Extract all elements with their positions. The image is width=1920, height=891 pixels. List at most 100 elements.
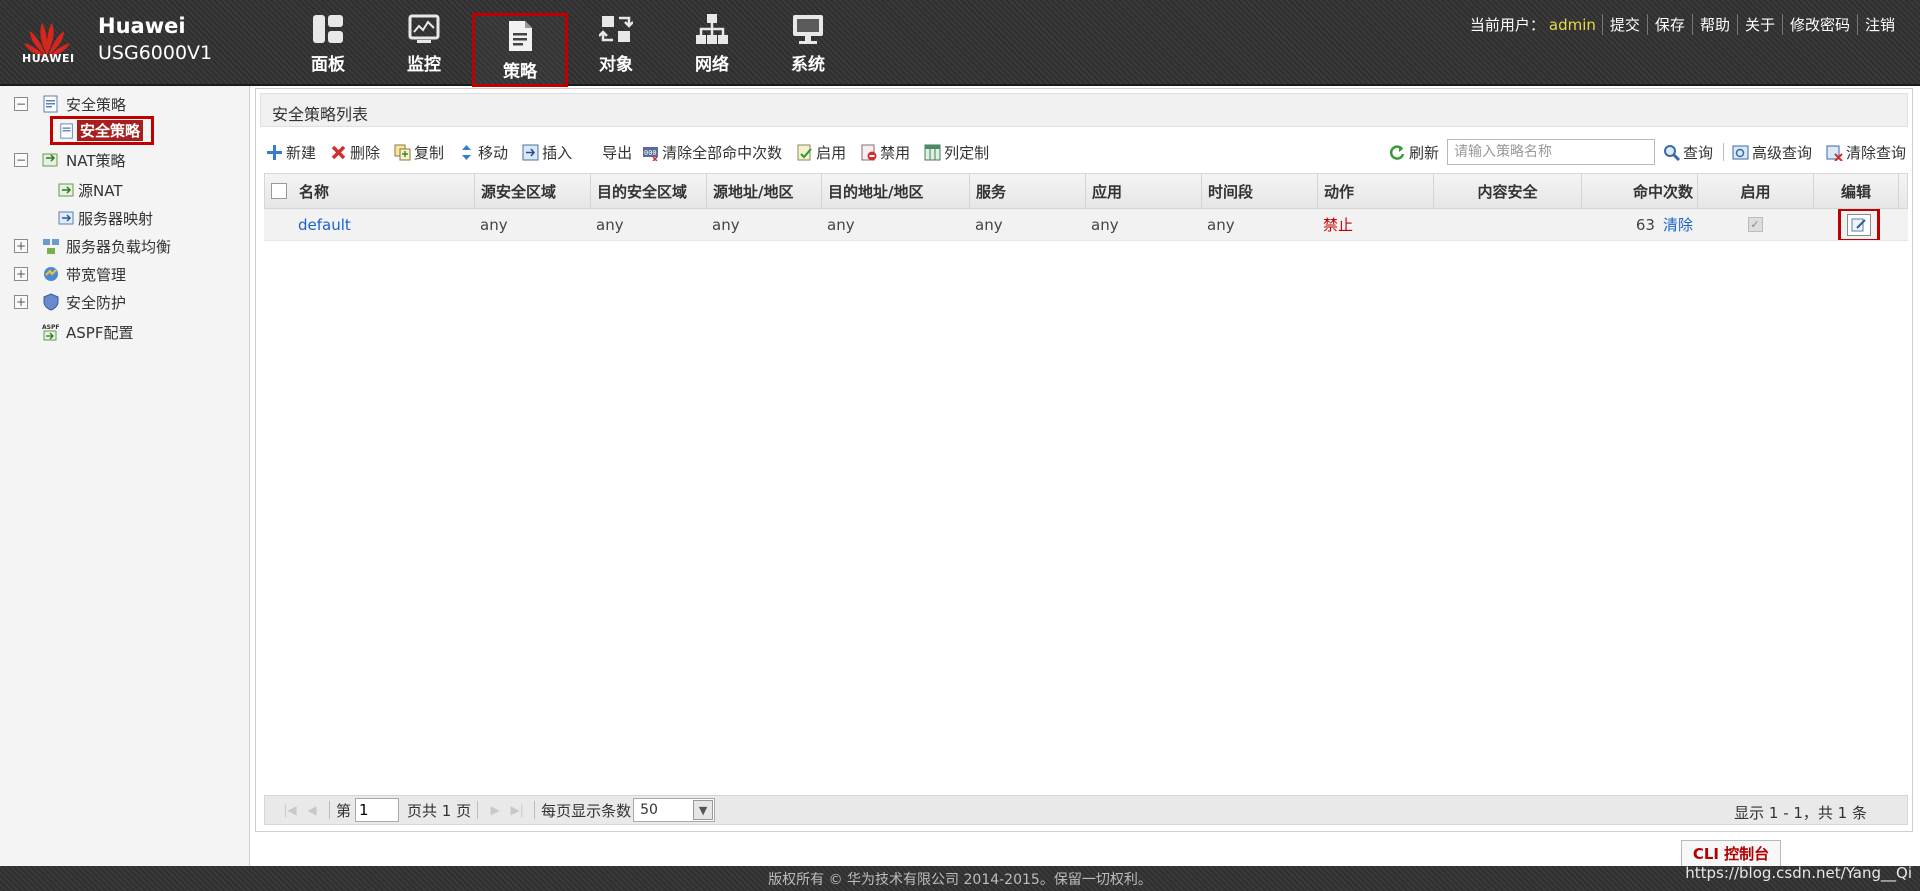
sidebar-item-security-policy[interactable]: 安全策略 [50,116,154,145]
edit-button[interactable] [1838,209,1880,240]
sidebar-item-security-protection[interactable]: + 安全防护 [14,290,126,314]
logout-link[interactable]: 注销 [1856,14,1902,35]
prev-page-icon[interactable]: ◀ [301,799,323,821]
sidebar-item-bandwidth-management[interactable]: + 带宽管理 [14,262,126,286]
about-link[interactable]: 关于 [1736,14,1782,35]
column-header-dst-addr[interactable]: 目的地址/地区 [822,174,970,208]
cell-hits: 63 清除 [1581,209,1697,240]
cell-dst-zone: any [596,215,624,234]
save-link[interactable]: 保存 [1646,14,1692,35]
sidebar-item-server-load-balancing[interactable]: + 服务器负载均衡 [14,234,171,258]
page-total-label: 页共 1 页 [407,801,472,820]
column-header-application[interactable]: 应用 [1086,174,1202,208]
change-password-link[interactable]: 修改密码 [1781,14,1857,35]
column-custom-button[interactable]: 列定制 [924,142,989,163]
next-page-icon[interactable]: ▶ [484,799,506,821]
clear-hits-link[interactable]: 清除 [1663,214,1693,235]
policy-doc-icon [60,122,73,139]
new-button[interactable]: 新建 [266,142,316,163]
submit-link[interactable]: 提交 [1601,14,1647,35]
copy-button[interactable]: 复制 [394,142,444,163]
page-title: 安全策略列表 [272,105,369,124]
column-header-time-range[interactable]: 时间段 [1202,174,1318,208]
toolbar: 新建 删除 复制 移动 插入 导出 000 清除全部命中次数 启用 禁用 列定制… [266,139,1906,165]
nav-policy[interactable]: 策略 [472,13,568,87]
object-icon [599,15,633,42]
nav-system[interactable]: 系统 [760,0,856,86]
page-size-select[interactable]: 50 ▼ [633,798,716,822]
toolbar-label: 导出 [602,143,633,162]
column-header-name[interactable]: 名称 [293,174,475,208]
refresh-button[interactable]: 刷新 [1389,142,1439,163]
column-header-src-addr[interactable]: 源地址/地区 [707,174,822,208]
query-button[interactable]: 查询 [1663,142,1713,163]
clear-query-button[interactable]: 清除查询 [1826,142,1906,163]
enabled-checkbox[interactable]: ✓ [1747,217,1763,232]
sidebar-item-server-mapping[interactable]: 服务器映射 [58,206,153,230]
nav-monitor[interactable]: 监控 [376,0,472,86]
nav-label: 对象 [599,54,633,75]
toolbar-label: 插入 [542,143,573,162]
cell-src-addr: any [712,215,740,234]
action-deny-label: 禁止 [1323,216,1354,234]
toolbar-label: 高级查询 [1751,143,1812,162]
delete-button[interactable]: 删除 [330,142,380,163]
toolbar-label: 列定制 [944,143,990,162]
current-user-label: 当前用户： [1469,16,1545,34]
help-link[interactable]: 帮助 [1691,14,1737,35]
nav-object[interactable]: 对象 [568,0,664,86]
clear-all-hits-button[interactable]: 000 清除全部命中次数 [642,142,782,163]
page-size-value: 50 [640,802,658,818]
table-row[interactable]: default any any any any any any any 禁止 6… [264,209,1908,241]
cli-console-button[interactable]: CLI 控制台 [1681,840,1781,866]
sidebar-item-aspf[interactable]: ASPF ASPF配置 [42,320,133,344]
first-page-icon[interactable]: |◀ [279,799,301,821]
enable-button[interactable]: 启用 [796,142,846,163]
nav-network[interactable]: 网络 [664,0,760,86]
cell-application: any [1091,215,1119,234]
load-balance-icon [43,239,59,254]
last-page-icon[interactable]: ▶| [506,799,528,821]
collapse-icon[interactable]: − [14,97,28,111]
expand-icon[interactable]: + [14,295,28,309]
column-header-content-security[interactable]: 内容安全 [1434,174,1582,208]
cell-dst-addr: any [827,215,855,234]
advanced-query-button[interactable]: 高级查询 [1732,142,1812,163]
copy-icon [394,144,411,160]
column-header-action[interactable]: 动作 [1318,174,1434,208]
column-header-dst-zone[interactable]: 目的安全区域 [591,174,707,208]
sidebar-item-nat-policy-group[interactable]: − NAT策略 [14,148,125,172]
export-button[interactable]: 导出 [602,142,632,163]
column-header-service[interactable]: 服务 [970,174,1086,208]
enable-icon [797,144,812,160]
move-button[interactable]: 移动 [458,142,508,163]
nav-dashboard[interactable]: 面板 [280,0,376,86]
column-header-enabled: 启用 [1698,174,1814,208]
column-header-hits[interactable]: 命中次数 [1582,174,1698,208]
sidebar-item-source-nat[interactable]: 源NAT [58,178,122,202]
column-header-src-zone[interactable]: 源安全区域 [475,174,591,208]
cell-service: any [975,215,1003,234]
nat-icon [42,153,58,167]
sidebar-item-label: 安全策略 [66,95,127,114]
select-all-checkbox[interactable] [271,183,287,199]
insert-button[interactable]: 插入 [522,142,572,163]
nav-label: 网络 [695,54,729,75]
cell-enabled: ✓ [1697,209,1813,240]
page-number-input[interactable] [355,798,400,822]
collapse-icon[interactable]: − [14,153,28,167]
policy-name-link[interactable]: default [298,216,351,234]
pagination-bar: |◀ ◀ 第 页共 1 页 ▶ ▶| 每页显示条数 50 ▼ 显示 1 - 1，… [264,795,1908,825]
brand: HUAWEI Huawei USG6000V1 [18,12,212,72]
shield-icon [43,293,59,311]
hit-count: 63 [1635,215,1655,234]
expand-icon[interactable]: + [14,267,28,281]
disable-button[interactable]: 禁用 [860,142,910,163]
expand-icon[interactable]: + [14,239,28,253]
main-nav: 面板 监控 策略 对象 网络 系统 [280,0,856,87]
sidebar-item-security-policy-group[interactable]: − 安全策略 [14,92,126,116]
sidebar-item-label: 带宽管理 [66,265,127,284]
system-icon [793,14,823,44]
policy-name-search-input[interactable] [1446,139,1655,165]
search-icon [1663,144,1680,161]
